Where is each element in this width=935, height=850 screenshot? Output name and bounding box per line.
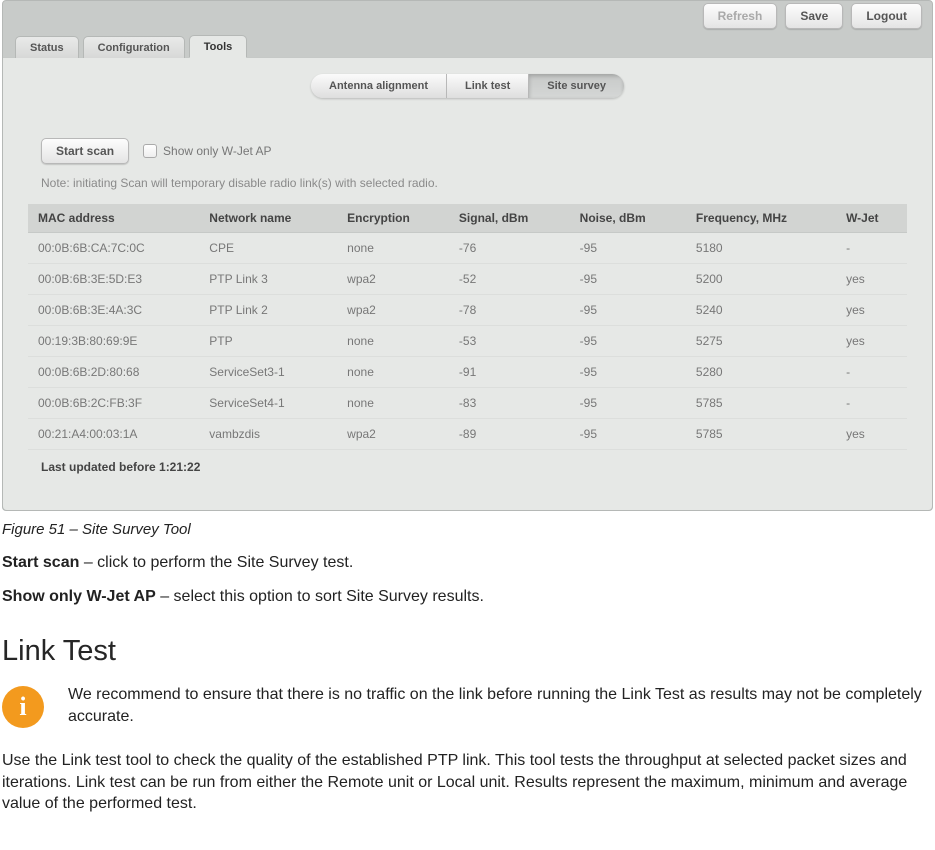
link-test-description: Use the Link test tool to check the qual… [2, 750, 933, 815]
desc-start-scan: Start scan – click to perform the Site S… [2, 552, 933, 574]
col-frequency[interactable]: Frequency, MHz [686, 204, 836, 233]
cell-wjet: - [836, 233, 907, 264]
cell-freq: 5275 [686, 326, 836, 357]
scan-results-table: MAC address Network name Encryption Sign… [28, 204, 907, 450]
show-only-wjet-label: Show only W-Jet AP [163, 144, 272, 158]
top-bar: Refresh Save Logout [3, 1, 932, 33]
cell-sig: -83 [449, 388, 570, 419]
cell-noise: -95 [570, 233, 686, 264]
cell-mac: 00:0B:6B:2C:FB:3F [28, 388, 199, 419]
cell-freq: 5785 [686, 388, 836, 419]
cell-sig: -53 [449, 326, 570, 357]
subtab-site-survey[interactable]: Site survey [529, 74, 624, 98]
info-icon: i [2, 686, 44, 728]
table-row[interactable]: 00:19:3B:80:69:9EPTPnone-53-955275yes [28, 326, 907, 357]
cell-net: PTP [199, 326, 337, 357]
show-only-wjet-checkbox[interactable] [143, 144, 157, 158]
cell-sig: -76 [449, 233, 570, 264]
table-row[interactable]: 00:0B:6B:2D:80:68ServiceSet3-1none-91-95… [28, 357, 907, 388]
table-row[interactable]: 00:0B:6B:2C:FB:3FServiceSet4-1none-83-95… [28, 388, 907, 419]
cell-enc: wpa2 [337, 295, 449, 326]
cell-net: ServiceSet3-1 [199, 357, 337, 388]
table-row[interactable]: 00:0B:6B:3E:5D:E3PTP Link 3wpa2-52-95520… [28, 264, 907, 295]
figure-caption: Figure 51 – Site Survey Tool [2, 521, 935, 538]
col-encryption[interactable]: Encryption [337, 204, 449, 233]
cell-net: PTP Link 2 [199, 295, 337, 326]
cell-enc: none [337, 388, 449, 419]
cell-wjet: - [836, 388, 907, 419]
cell-noise: -95 [570, 295, 686, 326]
tab-tools[interactable]: Tools [189, 35, 248, 58]
cell-net: PTP Link 3 [199, 264, 337, 295]
cell-noise: -95 [570, 264, 686, 295]
cell-wjet: yes [836, 326, 907, 357]
cell-mac: 00:21:A4:00:03:1A [28, 419, 199, 450]
scan-note: Note: initiating Scan will temporary dis… [3, 174, 932, 204]
subtab-antenna-alignment[interactable]: Antenna alignment [311, 74, 447, 98]
cell-sig: -91 [449, 357, 570, 388]
cell-freq: 5280 [686, 357, 836, 388]
col-mac[interactable]: MAC address [28, 204, 199, 233]
cell-noise: -95 [570, 388, 686, 419]
desc-show-only: Show only W-Jet AP – select this option … [2, 586, 933, 608]
main-tab-bar: Status Configuration Tools [3, 33, 932, 57]
cell-net: ServiceSet4-1 [199, 388, 337, 419]
logout-button[interactable]: Logout [851, 3, 922, 29]
cell-mac: 00:0B:6B:3E:5D:E3 [28, 264, 199, 295]
cell-freq: 5180 [686, 233, 836, 264]
col-network-name[interactable]: Network name [199, 204, 337, 233]
col-wjet[interactable]: W-Jet [836, 204, 907, 233]
cell-wjet: - [836, 357, 907, 388]
cell-sig: -78 [449, 295, 570, 326]
cell-enc: none [337, 233, 449, 264]
table-row[interactable]: 00:0B:6B:3E:4A:3CPTP Link 2wpa2-78-95524… [28, 295, 907, 326]
tab-configuration[interactable]: Configuration [83, 36, 185, 58]
cell-net: CPE [199, 233, 337, 264]
col-noise[interactable]: Noise, dBm [570, 204, 686, 233]
cell-mac: 00:0B:6B:CA:7C:0C [28, 233, 199, 264]
cell-noise: -95 [570, 419, 686, 450]
save-button[interactable]: Save [785, 3, 843, 29]
section-heading-link-test: Link Test [2, 635, 935, 668]
tab-status[interactable]: Status [15, 36, 79, 58]
table-row[interactable]: 00:21:A4:00:03:1Avambzdiswpa2-89-955785y… [28, 419, 907, 450]
cell-net: vambzdis [199, 419, 337, 450]
cell-enc: none [337, 326, 449, 357]
cell-noise: -95 [570, 326, 686, 357]
cell-enc: wpa2 [337, 264, 449, 295]
tools-panel: Antenna alignment Link test Site survey … [3, 57, 932, 510]
cell-mac: 00:0B:6B:2D:80:68 [28, 357, 199, 388]
cell-wjet: yes [836, 295, 907, 326]
site-survey-screenshot: Refresh Save Logout Status Configuration… [2, 0, 933, 511]
cell-wjet: yes [836, 264, 907, 295]
cell-enc: wpa2 [337, 419, 449, 450]
cell-freq: 5200 [686, 264, 836, 295]
subtab-link-test[interactable]: Link test [447, 74, 529, 98]
cell-freq: 5785 [686, 419, 836, 450]
sub-tab-group: Antenna alignment Link test Site survey [311, 74, 624, 98]
show-only-wjet-wrap[interactable]: Show only W-Jet AP [143, 144, 272, 158]
cell-mac: 00:19:3B:80:69:9E [28, 326, 199, 357]
table-row[interactable]: 00:0B:6B:CA:7C:0CCPEnone-76-955180- [28, 233, 907, 264]
cell-freq: 5240 [686, 295, 836, 326]
info-callout: i We recommend to ensure that there is n… [2, 684, 933, 728]
cell-sig: -89 [449, 419, 570, 450]
cell-sig: -52 [449, 264, 570, 295]
cell-wjet: yes [836, 419, 907, 450]
cell-mac: 00:0B:6B:3E:4A:3C [28, 295, 199, 326]
refresh-button[interactable]: Refresh [703, 3, 778, 29]
info-text: We recommend to ensure that there is no … [68, 684, 933, 727]
last-updated: Last updated before 1:21:22 [3, 450, 932, 490]
start-scan-button[interactable]: Start scan [41, 138, 129, 164]
cell-enc: none [337, 357, 449, 388]
col-signal[interactable]: Signal, dBm [449, 204, 570, 233]
cell-noise: -95 [570, 357, 686, 388]
